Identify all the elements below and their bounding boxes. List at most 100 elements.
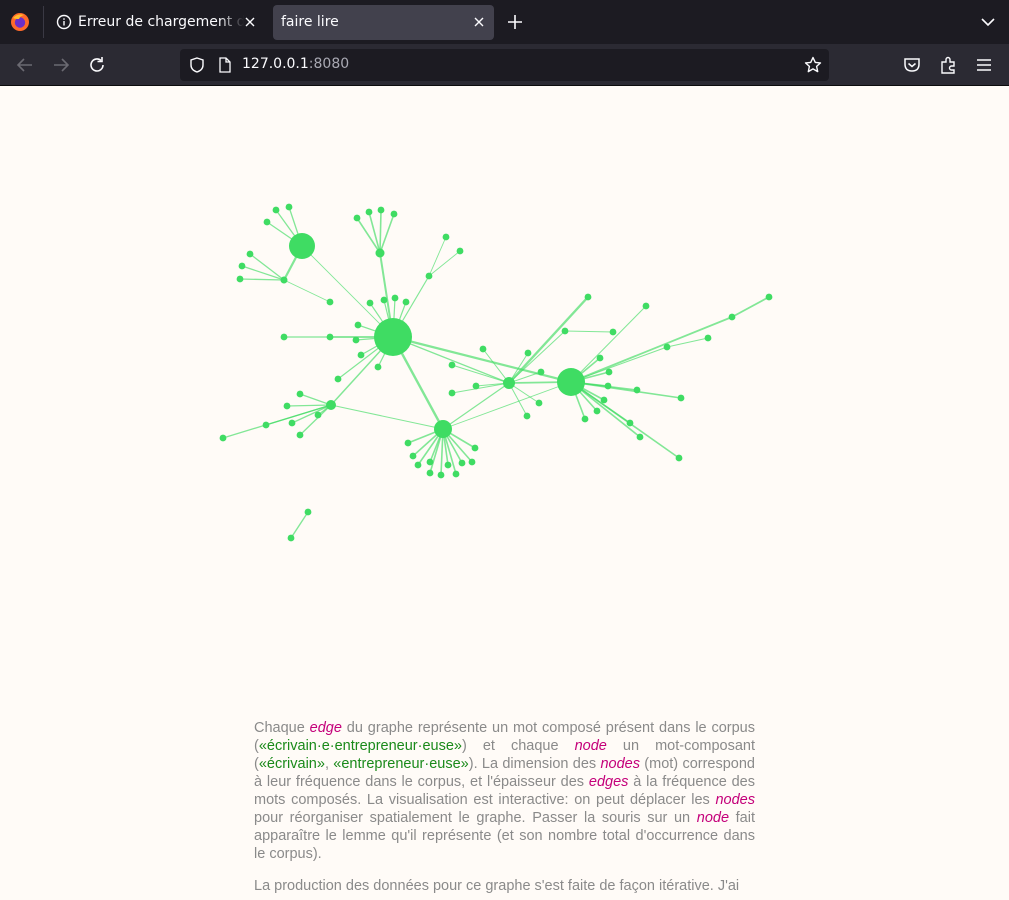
graph-node[interactable] <box>272 206 280 214</box>
graph-node[interactable] <box>238 262 246 270</box>
forward-arrow-icon[interactable] <box>50 54 72 76</box>
graph-node[interactable] <box>704 334 712 342</box>
graph-node[interactable] <box>584 293 592 301</box>
graph-node[interactable] <box>626 419 634 427</box>
graph-node[interactable] <box>561 327 569 335</box>
graph-node[interactable] <box>642 302 650 310</box>
graph-node[interactable] <box>444 461 452 469</box>
graph-node[interactable] <box>352 336 360 344</box>
graph-node[interactable] <box>280 276 288 284</box>
extensions-icon[interactable] <box>937 54 959 76</box>
graph-node[interactable] <box>425 272 433 280</box>
graph-node[interactable] <box>605 368 613 376</box>
graph-node[interactable] <box>380 296 388 304</box>
star-bookmark-icon[interactable] <box>803 55 823 75</box>
graph-node[interactable] <box>402 298 410 306</box>
graph-node[interactable] <box>374 318 412 356</box>
graph-node[interactable] <box>304 508 312 516</box>
graph-node[interactable] <box>537 368 545 376</box>
firefox-icon[interactable] <box>10 12 30 32</box>
graph-node[interactable] <box>636 433 644 441</box>
graph-node[interactable] <box>593 407 601 415</box>
graph-node[interactable] <box>390 210 398 218</box>
graph-node[interactable] <box>326 333 334 341</box>
graph-node[interactable] <box>524 349 532 357</box>
graph-node[interactable] <box>596 354 604 362</box>
graph-node[interactable] <box>353 214 361 222</box>
url-bar[interactable]: 127.0.0.1:8080 <box>180 49 829 81</box>
shield-icon[interactable] <box>188 56 206 74</box>
graph-node[interactable] <box>442 233 450 241</box>
tab-faire-lire[interactable]: faire lire <box>273 5 494 40</box>
graph-node[interactable] <box>366 299 374 307</box>
reload-icon[interactable] <box>86 54 108 76</box>
page-icon[interactable] <box>216 56 234 74</box>
graph-node[interactable] <box>600 396 608 404</box>
graph-node[interactable] <box>374 363 382 371</box>
graph-node[interactable] <box>604 382 612 390</box>
graph-node[interactable] <box>663 343 671 351</box>
graph-node[interactable] <box>262 421 270 429</box>
graph-node[interactable] <box>296 431 304 439</box>
graph-node[interactable] <box>285 203 293 211</box>
graph-node[interactable] <box>354 321 362 329</box>
graph-node[interactable] <box>288 419 296 427</box>
graph-node[interactable] <box>377 206 385 214</box>
tab-error-page[interactable]: Erreur de chargement de la page <box>49 5 265 40</box>
graph-node[interactable] <box>236 275 244 283</box>
graph-node[interactable] <box>326 400 336 410</box>
graph-node[interactable] <box>472 382 480 390</box>
chevron-down-icon[interactable] <box>978 12 998 32</box>
back-arrow-icon[interactable] <box>14 54 36 76</box>
graph-node[interactable] <box>479 345 487 353</box>
graph-node[interactable] <box>765 293 773 301</box>
plus-icon[interactable] <box>505 12 525 32</box>
graph-node[interactable] <box>426 458 434 466</box>
graph-node[interactable] <box>263 218 271 226</box>
url-text[interactable]: 127.0.0.1:8080 <box>242 56 349 72</box>
graph-node[interactable] <box>581 415 589 423</box>
graph-node[interactable] <box>437 471 445 479</box>
graph-node[interactable] <box>468 458 476 466</box>
graph-node[interactable] <box>246 250 254 258</box>
graph-node[interactable] <box>633 386 641 394</box>
graph-node[interactable] <box>609 328 617 336</box>
menu-icon[interactable] <box>973 54 995 76</box>
graph-node[interactable] <box>458 459 466 467</box>
graph-node[interactable] <box>675 454 683 462</box>
graph-node[interactable] <box>326 298 334 306</box>
graph-node[interactable] <box>414 461 422 469</box>
graph-node[interactable] <box>219 434 227 442</box>
graph-node[interactable] <box>296 390 304 398</box>
graph-node[interactable] <box>289 233 315 259</box>
graph-node[interactable] <box>404 439 412 447</box>
graph-node[interactable] <box>426 469 434 477</box>
graph-node[interactable] <box>357 351 365 359</box>
close-icon[interactable] <box>472 15 486 29</box>
graph-node[interactable] <box>283 402 291 410</box>
graph-node[interactable] <box>456 247 464 255</box>
graph-node[interactable] <box>365 208 373 216</box>
graph-node[interactable] <box>557 368 585 396</box>
graph-node[interactable] <box>728 313 736 321</box>
word-graph[interactable] <box>0 86 1009 706</box>
graph-node[interactable] <box>334 375 342 383</box>
graph-node[interactable] <box>409 452 417 460</box>
graph-node[interactable] <box>391 294 399 302</box>
graph-node[interactable] <box>375 248 385 258</box>
graph-node[interactable] <box>287 534 295 542</box>
graph-node[interactable] <box>523 412 531 420</box>
graph-node[interactable] <box>503 377 515 389</box>
graph-node[interactable] <box>677 394 685 402</box>
close-icon[interactable] <box>243 15 257 29</box>
graph-node[interactable] <box>471 444 479 452</box>
graph-node[interactable] <box>448 389 456 397</box>
graph-node[interactable] <box>280 333 288 341</box>
graph-node[interactable] <box>535 399 543 407</box>
graph-nodes <box>219 203 773 542</box>
pocket-icon[interactable] <box>901 54 923 76</box>
graph-node[interactable] <box>314 411 322 419</box>
graph-node[interactable] <box>452 470 460 478</box>
graph-node[interactable] <box>434 420 452 438</box>
graph-node[interactable] <box>448 361 456 369</box>
